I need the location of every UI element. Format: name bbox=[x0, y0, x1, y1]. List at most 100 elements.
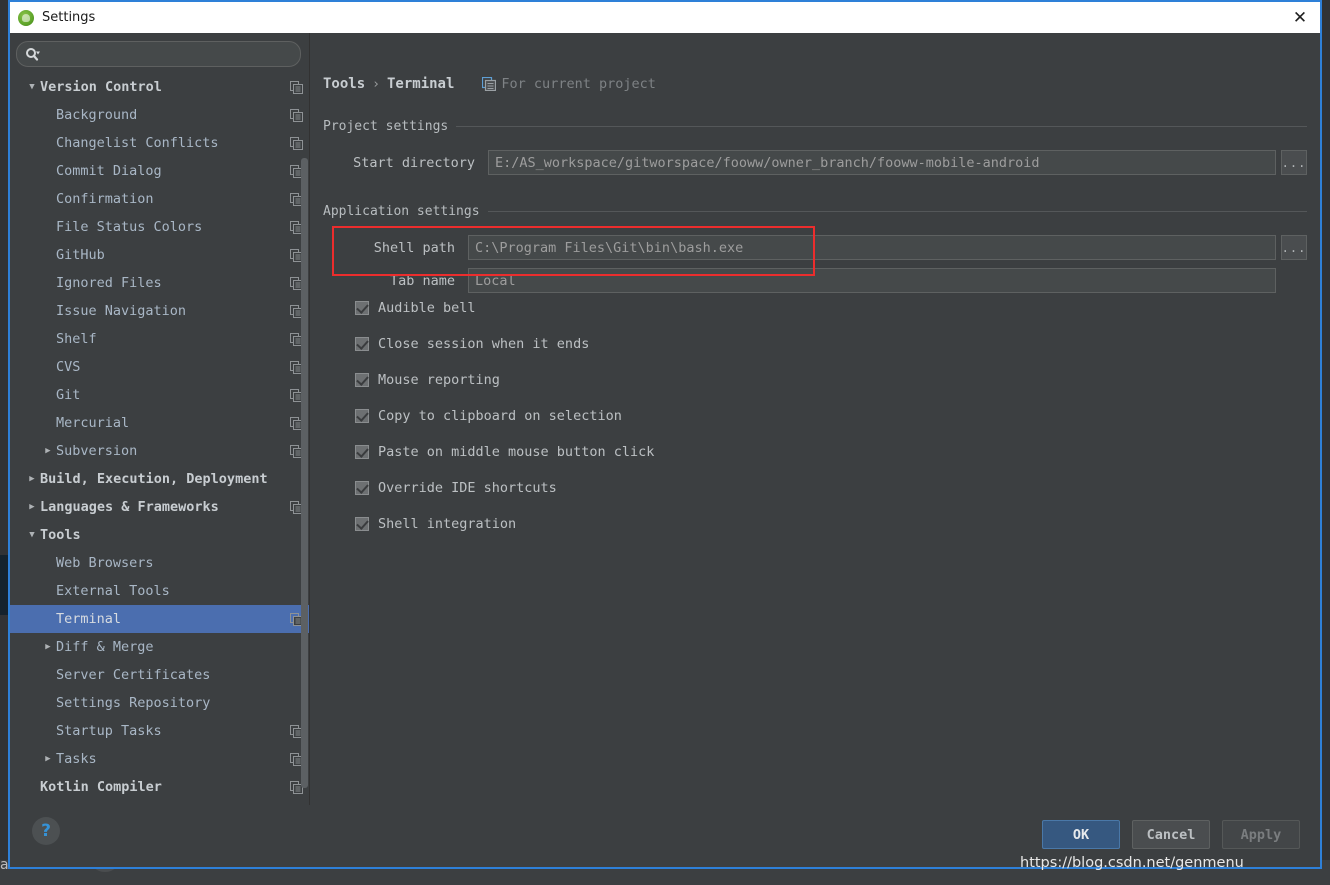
checkbox-label: Mouse reporting bbox=[378, 372, 500, 388]
tab-name-label: Tab name bbox=[389, 272, 455, 289]
start-directory-input[interactable]: E:/AS_workspace/gitworspace/fooww/owner_… bbox=[488, 150, 1276, 175]
breadcrumb: Tools › Terminal For current project bbox=[323, 76, 656, 92]
start-directory-browse-button[interactable]: ... bbox=[1281, 150, 1307, 175]
sidebar-item-cvs[interactable]: CVS bbox=[10, 353, 309, 381]
sidebar-item-label: Terminal bbox=[56, 611, 122, 627]
checkbox-copy-to-clipboard-on-selection[interactable]: Copy to clipboard on selection bbox=[355, 408, 622, 424]
sidebar-item-label: Confirmation bbox=[56, 191, 154, 207]
sidebar-item-label: Settings Repository bbox=[56, 695, 211, 711]
copy-pages-icon bbox=[290, 136, 303, 150]
sidebar-item-web-browsers[interactable]: Web Browsers bbox=[10, 549, 309, 577]
android-studio-icon bbox=[18, 9, 34, 26]
application-settings-section-header: Application settings bbox=[323, 204, 1307, 219]
sidebar-item-label: Languages & Frameworks bbox=[40, 499, 219, 515]
sidebar-item-ignored-files[interactable]: Ignored Files bbox=[10, 269, 309, 297]
checkbox-indicator[interactable] bbox=[355, 373, 369, 387]
sidebar-item-label: Subversion bbox=[56, 443, 138, 459]
sidebar-item-kotlin-compiler[interactable]: Kotlin Compiler bbox=[10, 773, 309, 801]
sidebar-item-label: Version Control bbox=[40, 79, 162, 95]
sidebar-item-label: Web Browsers bbox=[56, 555, 154, 571]
sidebar-item-background[interactable]: Background bbox=[10, 101, 309, 129]
cancel-button[interactable]: Cancel bbox=[1132, 820, 1210, 849]
checkbox-audible-bell[interactable]: Audible bell bbox=[355, 300, 476, 316]
help-button[interactable]: ? bbox=[32, 817, 60, 845]
chevron-right-icon[interactable]: ▶ bbox=[24, 502, 40, 512]
sidebar-item-label: GitHub bbox=[56, 247, 105, 263]
sidebar-item-tasks[interactable]: ▶ Tasks bbox=[10, 745, 309, 773]
start-directory-label: Start directory bbox=[353, 154, 475, 171]
sidebar-item-changelist-conflicts[interactable]: Changelist Conflicts bbox=[10, 129, 309, 157]
sidebar-item-github[interactable]: GitHub bbox=[10, 241, 309, 269]
sidebar-item-label: Commit Dialog bbox=[56, 163, 162, 179]
checkbox-label: Copy to clipboard on selection bbox=[378, 408, 622, 424]
sidebar-item-label: Build, Execution, Deployment bbox=[40, 471, 268, 487]
sidebar-item-shelf[interactable]: Shelf bbox=[10, 325, 309, 353]
copy-pages-icon bbox=[482, 77, 497, 91]
sidebar-item-issue-navigation[interactable]: Issue Navigation bbox=[10, 297, 309, 325]
search-field[interactable] bbox=[16, 41, 301, 67]
sidebar-item-label: Changelist Conflicts bbox=[56, 135, 219, 151]
chevron-down-icon[interactable]: ▼ bbox=[24, 530, 40, 540]
sidebar-item-label: Issue Navigation bbox=[56, 303, 187, 319]
checkbox-label: Paste on middle mouse button click bbox=[378, 444, 655, 460]
settings-tree[interactable]: ▼ Version Control Background Changelist Con… bbox=[10, 73, 309, 805]
sidebar-item-terminal[interactable]: Terminal bbox=[10, 605, 309, 633]
start-directory-row: Start directory E:/AS_workspace/gitworsp… bbox=[323, 150, 1307, 175]
settings-dialog: Settings ✕ ▼ Version Control Background Cha… bbox=[8, 0, 1322, 869]
checkbox-indicator[interactable] bbox=[355, 481, 369, 495]
ok-button[interactable]: OK bbox=[1042, 820, 1120, 849]
checkbox-paste-on-middle-mouse-button-click[interactable]: Paste on middle mouse button click bbox=[355, 444, 654, 460]
checkbox-label: Shell integration bbox=[378, 516, 517, 532]
chevron-down-icon bbox=[36, 51, 40, 55]
sidebar-item-diff-merge[interactable]: ▶ Diff & Merge bbox=[10, 633, 309, 661]
sidebar-item-label: Background bbox=[56, 107, 138, 123]
breadcrumb-separator-icon: › bbox=[372, 76, 380, 92]
sidebar-item-version-control[interactable]: ▼ Version Control bbox=[10, 73, 309, 101]
sidebar-item-commit-dialog[interactable]: Commit Dialog bbox=[10, 157, 309, 185]
checkbox-indicator[interactable] bbox=[355, 301, 369, 315]
sidebar-item-label: Tasks bbox=[56, 751, 97, 767]
shell-path-row: Shell path C:\Program Files\Git\bin\bash… bbox=[323, 235, 1307, 260]
chevron-right-icon[interactable]: ▶ bbox=[40, 642, 56, 652]
section-divider bbox=[456, 126, 1307, 127]
checkbox-indicator[interactable] bbox=[355, 409, 369, 423]
checkbox-mouse-reporting[interactable]: Mouse reporting bbox=[355, 372, 500, 388]
sidebar-item-confirmation[interactable]: Confirmation bbox=[10, 185, 309, 213]
checkbox-override-ide-shortcuts[interactable]: Override IDE shortcuts bbox=[355, 480, 557, 496]
sidebar-item-build-execution-deployment[interactable]: ▶ Build, Execution, Deployment bbox=[10, 465, 309, 493]
sidebar-item-file-status-colors[interactable]: File Status Colors bbox=[10, 213, 309, 241]
sidebar-item-subversion[interactable]: ▶ Subversion bbox=[10, 437, 309, 465]
tab-name-input[interactable]: Local bbox=[468, 268, 1276, 293]
checkbox-shell-integration[interactable]: Shell integration bbox=[355, 516, 516, 532]
sidebar-item-settings-repository[interactable]: Settings Repository bbox=[10, 689, 309, 717]
sidebar-scrollbar[interactable] bbox=[301, 158, 308, 788]
checkbox-indicator[interactable] bbox=[355, 517, 369, 531]
checkbox-indicator[interactable] bbox=[355, 445, 369, 459]
checkbox-close-session-when-it-ends[interactable]: Close session when it ends bbox=[355, 336, 589, 352]
sidebar-item-mercurial[interactable]: Mercurial bbox=[10, 409, 309, 437]
sidebar-item-startup-tasks[interactable]: Startup Tasks bbox=[10, 717, 309, 745]
checkbox-label: Audible bell bbox=[378, 300, 476, 316]
chevron-down-icon[interactable]: ▼ bbox=[24, 82, 40, 92]
copy-pages-icon bbox=[290, 80, 303, 94]
search-input[interactable] bbox=[45, 45, 292, 63]
sidebar-item-label: Diff & Merge bbox=[56, 639, 154, 655]
close-icon[interactable]: ✕ bbox=[1286, 5, 1314, 30]
sidebar-item-label: Kotlin Compiler bbox=[40, 779, 162, 795]
checkbox-label: Close session when it ends bbox=[378, 336, 590, 352]
tab-name-row: Tab name Local bbox=[323, 268, 1307, 293]
sidebar-item-languages-frameworks[interactable]: ▶ Languages & Frameworks bbox=[10, 493, 309, 521]
sidebar-item-git[interactable]: Git bbox=[10, 381, 309, 409]
sidebar-item-label: Mercurial bbox=[56, 415, 130, 431]
sidebar-item-server-certificates[interactable]: Server Certificates bbox=[10, 661, 309, 689]
sidebar-item-external-tools[interactable]: External Tools bbox=[10, 577, 309, 605]
sidebar-item-tools[interactable]: ▼ Tools bbox=[10, 521, 309, 549]
breadcrumb-leaf: Terminal bbox=[386, 76, 455, 92]
shell-path-browse-button[interactable]: ... bbox=[1281, 235, 1307, 260]
shell-path-input[interactable]: C:\Program Files\Git\bin\bash.exe bbox=[468, 235, 1276, 260]
chevron-right-icon[interactable]: ▶ bbox=[40, 446, 56, 456]
checkbox-indicator[interactable] bbox=[355, 337, 369, 351]
breadcrumb-root[interactable]: Tools bbox=[323, 76, 365, 92]
chevron-right-icon[interactable]: ▶ bbox=[40, 754, 56, 764]
chevron-right-icon[interactable]: ▶ bbox=[24, 474, 40, 484]
